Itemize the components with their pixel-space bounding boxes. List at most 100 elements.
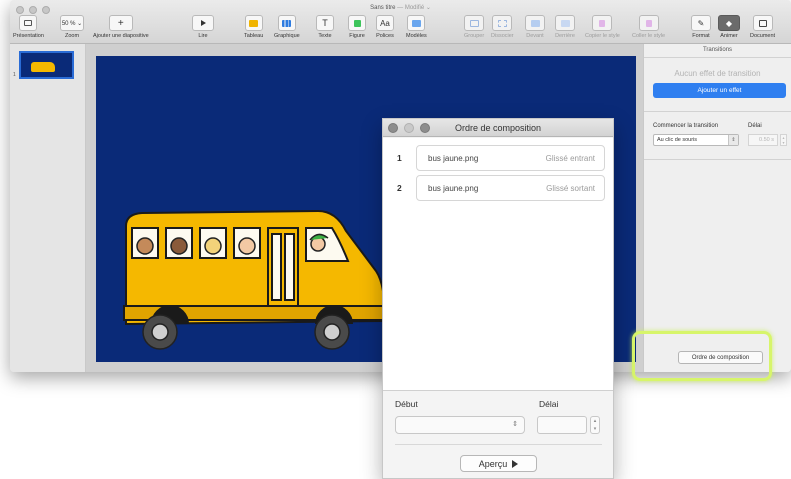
chart-icon bbox=[277, 15, 296, 31]
back-button[interactable]: Derrière bbox=[555, 15, 575, 39]
animate-label: Animer bbox=[720, 33, 738, 39]
add-effect-button[interactable]: Ajouter un effet bbox=[653, 83, 786, 98]
document-icon bbox=[752, 15, 773, 31]
build-start-label: Début bbox=[395, 399, 418, 409]
table-button[interactable]: Tableau bbox=[244, 15, 263, 39]
document-button[interactable]: Document bbox=[750, 15, 775, 39]
inspector-tab-transitions[interactable]: Transitions bbox=[644, 47, 791, 53]
preview-label: Aperçu bbox=[478, 458, 508, 469]
slide-navigator: 1 bbox=[10, 44, 86, 372]
fonts-icon: Aa bbox=[376, 15, 394, 31]
divider bbox=[644, 57, 791, 58]
build-item-effect: Glissé sortant bbox=[546, 184, 595, 193]
divider bbox=[395, 444, 602, 445]
slide-thumbnail[interactable] bbox=[19, 51, 74, 79]
back-label: Derrière bbox=[555, 33, 575, 39]
plus-icon: + bbox=[108, 15, 133, 31]
zoom-value: 50 % ⌄ bbox=[60, 15, 84, 31]
format-label: Format bbox=[692, 33, 710, 39]
paste-style-label: Coller le style bbox=[632, 33, 666, 39]
start-transition-label: Commencer la transition bbox=[653, 123, 719, 129]
paste-style-icon bbox=[638, 15, 659, 31]
front-label: Devant bbox=[526, 33, 544, 39]
play-label: Lire bbox=[198, 33, 208, 39]
copy-style-button[interactable]: Copier le style bbox=[585, 15, 620, 39]
build-list: 1 bus jaune.png Glissé entrant 2 bus jau… bbox=[383, 138, 613, 390]
format-button[interactable]: ✎ Format bbox=[691, 15, 711, 39]
copy-style-label: Copier le style bbox=[585, 33, 620, 39]
title-bar: Sans titre — Modifié ⌄ Présentation 50 %… bbox=[10, 0, 791, 44]
ungroup-button[interactable]: Dissocier bbox=[491, 15, 514, 39]
build-item[interactable]: 1 bus jaune.png Glissé entrant bbox=[383, 145, 613, 171]
shape-label: Figure bbox=[349, 33, 365, 39]
divider bbox=[644, 111, 791, 112]
transition-delay-stepper[interactable]: ▴ ▾ bbox=[780, 134, 787, 146]
play-icon bbox=[512, 459, 519, 468]
front-button[interactable]: Devant bbox=[525, 15, 545, 39]
text-icon: T bbox=[316, 15, 334, 31]
bring-front-icon bbox=[525, 15, 545, 31]
build-delay-stepper[interactable]: ▴ ▾ bbox=[590, 416, 600, 434]
transition-delay-field[interactable]: 0.50 s bbox=[748, 134, 778, 146]
group-label: Grouper bbox=[464, 33, 485, 39]
send-back-icon bbox=[555, 15, 575, 31]
document-modified: — Modifié ⌄ bbox=[397, 5, 431, 11]
build-item-effect: Glissé entrant bbox=[545, 154, 595, 163]
fonts-button[interactable]: Aa Polices bbox=[376, 15, 394, 39]
paste-style-button[interactable]: Coller le style bbox=[632, 15, 665, 39]
presentation-label: Présentation bbox=[13, 33, 44, 39]
build-order-titlebar[interactable]: Ordre de composition bbox=[383, 119, 613, 137]
screen: Sans titre — Modifié ⌄ Présentation 50 %… bbox=[0, 0, 791, 479]
themes-button[interactable]: Modèles bbox=[406, 15, 427, 39]
ungroup-label: Dissocier bbox=[491, 33, 514, 39]
slide-number: 1 bbox=[13, 72, 16, 78]
build-item-number: 1 bbox=[397, 153, 402, 163]
themes-icon bbox=[407, 15, 426, 31]
chevron-updown-icon: ⇕ bbox=[512, 421, 518, 428]
highlight-ring bbox=[632, 331, 772, 381]
build-delay-field[interactable] bbox=[537, 416, 587, 434]
build-item-number: 2 bbox=[397, 183, 402, 193]
build-item-card[interactable]: bus jaune.png Glissé sortant bbox=[416, 175, 605, 201]
text-label: Texte bbox=[318, 33, 332, 39]
zoom-label: Zoom bbox=[64, 33, 80, 39]
start-transition-select[interactable]: Au clic de souris ⇕ bbox=[653, 134, 739, 146]
ungroup-icon bbox=[492, 15, 513, 31]
build-order-window: Ordre de composition 1 bus jaune.png Gli… bbox=[382, 118, 614, 479]
build-item-name: bus jaune.png bbox=[428, 184, 479, 193]
build-item[interactable]: 2 bus jaune.png Glissé sortant bbox=[383, 175, 613, 201]
diamond-icon: ◆ bbox=[718, 15, 740, 31]
chart-label: Graphique bbox=[274, 33, 300, 39]
transition-delay-label: Délai bbox=[748, 123, 762, 129]
preview-button[interactable]: Aperçu bbox=[460, 455, 537, 472]
text-button[interactable]: T Texte bbox=[316, 15, 334, 39]
play-button[interactable]: Lire bbox=[192, 15, 214, 39]
table-label: Tableau bbox=[244, 33, 264, 39]
document-name: Sans titre bbox=[370, 5, 396, 11]
shape-button[interactable]: Figure bbox=[348, 15, 366, 39]
presentation-button[interactable]: Présentation bbox=[13, 15, 44, 39]
themes-label: Modèles bbox=[406, 33, 427, 39]
chevron-updown-icon: ⇕ bbox=[728, 135, 738, 145]
zoom-control[interactable]: 50 % ⌄ Zoom bbox=[60, 15, 84, 39]
chart-button[interactable]: Graphique bbox=[274, 15, 300, 39]
document-label: Document bbox=[750, 33, 776, 39]
copy-style-icon bbox=[592, 15, 613, 31]
document-title: Sans titre — Modifié ⌄ bbox=[10, 4, 791, 11]
add-slide-button[interactable]: + Ajouter une diapositive bbox=[93, 15, 149, 39]
thumbnail-bus-image bbox=[31, 62, 55, 72]
group-icon bbox=[464, 15, 485, 31]
shape-icon bbox=[348, 15, 366, 31]
play-icon bbox=[192, 15, 214, 31]
animate-button[interactable]: ◆ Animer bbox=[718, 15, 740, 39]
no-effect-message: Aucun effet de transition bbox=[674, 69, 761, 78]
table-icon bbox=[244, 15, 263, 31]
fonts-label: Polices bbox=[376, 33, 394, 39]
build-start-select[interactable]: ⇕ bbox=[395, 416, 525, 434]
transitions-inspector: Transitions Aucun effet de transition Aj… bbox=[643, 44, 791, 372]
divider bbox=[383, 390, 613, 391]
add-slide-label: Ajouter une diapositive bbox=[93, 33, 149, 39]
build-item-card[interactable]: bus jaune.png Glissé entrant bbox=[416, 145, 605, 171]
group-button[interactable]: Grouper bbox=[464, 15, 484, 39]
build-delay-label: Délai bbox=[539, 399, 559, 409]
